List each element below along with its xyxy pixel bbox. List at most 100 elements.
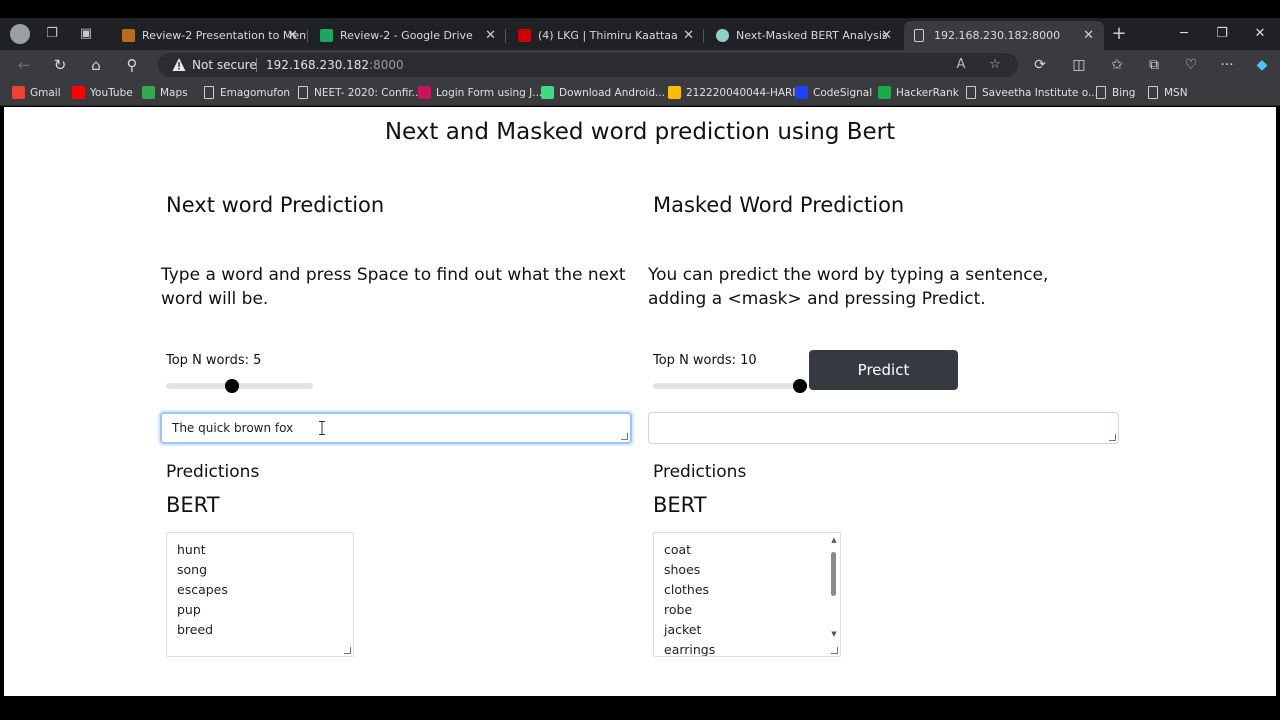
search-icon[interactable]: ⚲ <box>122 55 142 75</box>
scrollbar-thumb[interactable] <box>831 552 836 596</box>
prediction-item[interactable]: shoes <box>664 562 700 577</box>
prediction-item[interactable]: song <box>177 562 207 577</box>
browser-essentials-icon[interactable]: ♡ <box>1181 55 1201 75</box>
tab-3[interactable]: (4) LKG | Thimiru Kaattaadha Di V ✕ <box>508 21 704 50</box>
next-predictions-heading: Predictions <box>166 462 260 482</box>
bookmark-label: Login Form using J... <box>436 87 543 99</box>
prediction-item[interactable]: robe <box>664 602 692 617</box>
bookmark-item[interactable]: Saveetha Institute o... <box>964 80 1098 106</box>
bookmark-favicon-icon <box>12 86 25 99</box>
collections-icon[interactable]: ⧉ <box>1144 55 1164 75</box>
bookmark-item[interactable]: YouTube <box>72 80 133 106</box>
reload-icon[interactable]: ↻ <box>50 55 70 75</box>
url-host: 192.168.230.182 <box>266 58 370 72</box>
prediction-item[interactable]: coat <box>664 542 691 557</box>
bookmark-favicon-icon <box>418 86 431 99</box>
copilot-icon[interactable]: ◆ <box>1252 55 1272 75</box>
slider-thumb[interactable] <box>225 379 240 393</box>
bookmark-item[interactable]: 212220040044-HARI... <box>668 80 805 106</box>
tab-actions-icon[interactable]: ▣ <box>76 24 96 44</box>
bookmark-item[interactable]: Maps <box>142 80 188 106</box>
minimize-icon[interactable]: ─ <box>1174 25 1194 43</box>
more-options-icon[interactable]: ··· <box>1217 55 1237 75</box>
page-icon <box>204 86 214 99</box>
bookmark-label: Gmail <box>30 87 61 99</box>
google-drive-icon <box>320 29 333 42</box>
next-word-input[interactable]: The quick brown fox <box>160 412 632 444</box>
split-screen-icon[interactable]: ◫ <box>1069 55 1089 75</box>
scroll-up-arrow-icon[interactable]: ▲ <box>830 536 838 544</box>
slider-thumb[interactable] <box>793 379 807 393</box>
close-window-icon[interactable]: ✕ <box>1250 25 1270 43</box>
bookmark-item[interactable]: MSN <box>1146 80 1188 106</box>
url-text[interactable]: 192.168.230.182:8000 <box>266 53 404 77</box>
restore-icon[interactable]: ❐ <box>1212 25 1232 43</box>
prediction-item[interactable]: earrings <box>664 642 715 656</box>
tab-4[interactable]: Next-Masked BERT Analysis ✕ <box>706 21 902 50</box>
back-arrow-icon[interactable]: ← <box>14 55 34 75</box>
tab-1[interactable]: Review-2 Presentation to Mentor ✕ <box>112 21 308 50</box>
tab-separator <box>307 29 308 43</box>
favorite-star-icon[interactable]: ☆ <box>986 56 1004 74</box>
bookmark-favicon-icon <box>72 86 85 99</box>
next-top-n-slider[interactable] <box>166 379 313 393</box>
prediction-item[interactable]: clothes <box>664 582 709 597</box>
prediction-item[interactable]: hunt <box>177 542 206 557</box>
bookmark-item[interactable]: NEET- 2020: Confir... <box>296 80 422 106</box>
bookmark-label: Emagomufon <box>220 87 291 99</box>
resize-handle-icon[interactable] <box>1109 434 1116 441</box>
prediction-item[interactable]: escapes <box>177 582 228 597</box>
not-secure-label[interactable]: Not secure <box>192 53 257 77</box>
bookmark-item[interactable]: Gmail <box>12 80 61 106</box>
bookmark-label: Maps <box>160 87 188 99</box>
bookmark-favicon-icon <box>541 86 554 99</box>
tab-5-active[interactable]: 192.168.230.182:8000 ✕ <box>904 21 1104 50</box>
masked-top-n-slider[interactable] <box>653 379 807 393</box>
tab-title: Review-2 Presentation to Mentor <box>142 29 308 42</box>
masked-predictions-heading: Predictions <box>653 462 747 482</box>
favorites-icon[interactable]: ✩ <box>1107 55 1127 75</box>
prediction-item[interactable]: pup <box>177 602 201 617</box>
list-scrollbar[interactable]: ▲ ▼ <box>829 534 839 648</box>
bookmark-item[interactable]: CodeSignal <box>795 80 872 106</box>
home-icon[interactable]: ⌂ <box>86 55 106 75</box>
resize-handle-icon[interactable] <box>621 433 628 440</box>
tab-title: (4) LKG | Thimiru Kaattaadha Di V <box>538 29 678 42</box>
resize-handle-icon[interactable] <box>344 647 351 654</box>
resize-handle-icon[interactable] <box>831 647 838 654</box>
next-predictions-list[interactable]: hunt song escapes pup breed <box>166 532 354 657</box>
masked-predictions-list[interactable]: ▲ ▼ coat shoes clothes robe jacket earrings <box>653 532 841 657</box>
close-tab-icon[interactable]: ✕ <box>881 21 892 50</box>
new-tab-button[interactable]: + <box>1110 25 1128 43</box>
browser-toolbar: ← ↻ ⌂ ⚲ Not secure 192.168.230.182:8000 … <box>0 50 1280 80</box>
bookmark-item[interactable]: Login Form using J... <box>418 80 542 106</box>
bookmark-favicon-icon <box>668 86 681 99</box>
scroll-down-arrow-icon[interactable]: ▼ <box>830 630 838 638</box>
prediction-item[interactable]: jacket <box>664 622 701 637</box>
tab-strip: ❐ ▣ Review-2 Presentation to Mentor ✕ Re… <box>0 18 1280 50</box>
masked-sentence-input[interactable] <box>648 412 1119 444</box>
tab-title: Review-2 - Google Drive <box>340 29 473 42</box>
workspaces-icon[interactable]: ❐ <box>42 24 62 44</box>
tab-separator <box>703 29 704 43</box>
tab-2[interactable]: Review-2 - Google Drive ✕ <box>310 21 506 50</box>
read-aloud-icon[interactable]: A <box>952 56 970 74</box>
bookmark-label: MSN <box>1164 87 1188 99</box>
predict-button[interactable]: Predict <box>809 350 958 390</box>
bookmark-label: NEET- 2020: Confir... <box>314 87 422 99</box>
bookmark-item[interactable]: Emagomufon <box>202 80 290 106</box>
bookmark-item[interactable]: HackerRank <box>878 80 959 106</box>
bookmark-item[interactable]: Bing <box>1094 80 1135 106</box>
address-bar[interactable]: Not secure 192.168.230.182:8000 A ☆ <box>158 53 1018 77</box>
close-tab-icon[interactable]: ✕ <box>683 21 694 50</box>
bookmark-item[interactable]: Download Android... <box>541 80 665 106</box>
close-tab-icon[interactable]: ✕ <box>1083 21 1094 50</box>
prediction-item[interactable]: breed <box>177 622 213 637</box>
profile-avatar[interactable] <box>10 24 30 44</box>
bookmark-label: Download Android... <box>559 87 666 99</box>
extensions-icon[interactable]: ⟳ <box>1030 55 1050 75</box>
close-tab-icon[interactable]: ✕ <box>287 21 298 50</box>
bookmark-favicon-icon <box>795 86 808 99</box>
page-content: Next and Masked word prediction using Be… <box>4 107 1276 696</box>
close-tab-icon[interactable]: ✕ <box>485 21 496 50</box>
